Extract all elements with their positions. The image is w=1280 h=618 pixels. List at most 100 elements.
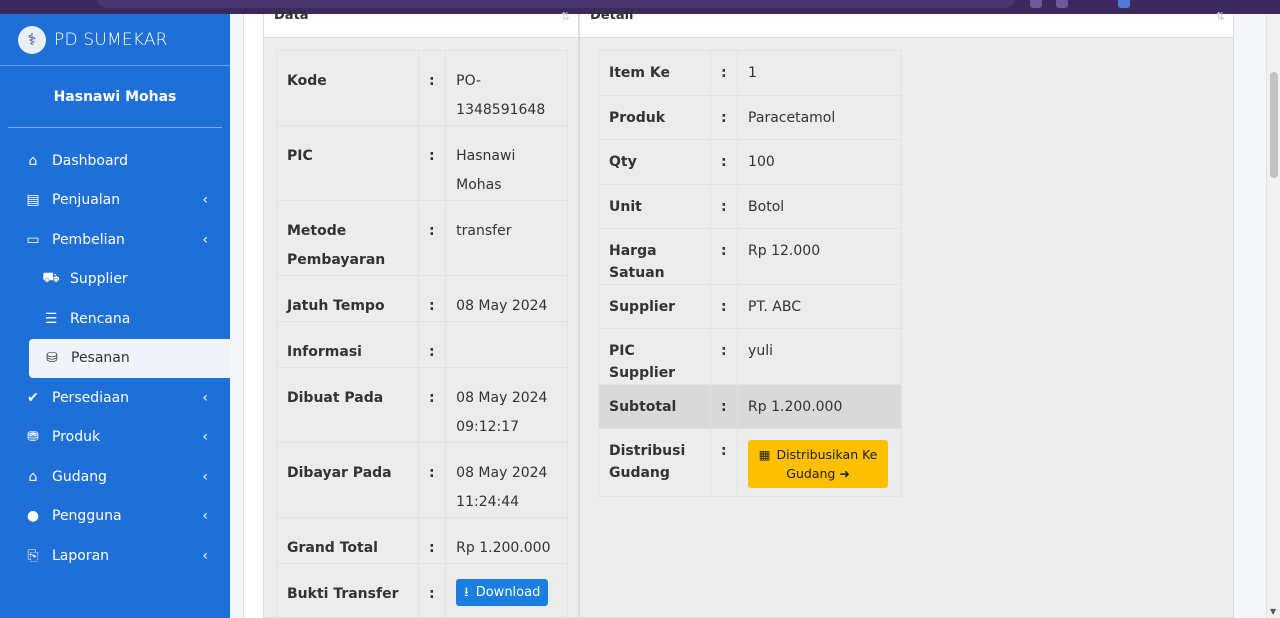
sidebar-item-supplier[interactable]: ⛟ Supplier (0, 260, 230, 300)
cash-register-icon: ▤ (26, 192, 40, 209)
main-content: Data ⇅ Kode : PO-1348591648 PIC : Hasnaw… (230, 8, 1266, 618)
address-bar[interactable] (96, 0, 1016, 8)
sidebar-item-dashboard[interactable]: ⌂ Dashboard (0, 141, 230, 181)
home-icon: ⌂ (28, 152, 38, 169)
row-value: Rp 1.200.000 (737, 384, 902, 429)
row-value: PT. ABC (737, 284, 902, 329)
sidebar-item-label: Produk (52, 429, 101, 446)
extension-icon[interactable] (1030, 0, 1042, 8)
brand[interactable]: ⚕ PD SUMEKAR (0, 14, 230, 66)
row-separator: : (417, 275, 447, 322)
sort-icon[interactable]: ⇅ (1216, 10, 1225, 23)
sidebar-item-gudang[interactable]: ⌂ Gudang ‹ (0, 457, 230, 497)
table-row: PIC : Hasnawi Mohas (276, 125, 568, 201)
sidebar-item-produk[interactable]: ⛃ Produk ‹ (0, 418, 230, 458)
row-separator: : (417, 442, 447, 518)
profile-icon[interactable] (1118, 0, 1130, 8)
sidebar-item-label: Supplier (70, 271, 128, 288)
download-button[interactable]: ⭳ Download (456, 579, 549, 606)
row-value: ▦ Distribusikan Ke Gudang ➜ (737, 428, 902, 497)
sidebar-item-persediaan[interactable]: ✔ Persediaan ‹ (0, 378, 230, 418)
row-separator: : (709, 384, 739, 429)
row-key: PIC Supplier (598, 328, 711, 385)
row-separator: : (417, 50, 447, 126)
table-row: Item Ke : 1 (598, 50, 902, 96)
row-separator: : (709, 139, 739, 185)
distribute-button-label: Distribusikan Ke Gudang (776, 447, 878, 481)
user-icon: ● (26, 508, 40, 525)
data-panel-header[interactable]: Data ⇅ (264, 8, 578, 38)
sidebar-item-label: Penjualan (52, 192, 121, 209)
row-key: Distribusi Gudang (598, 428, 711, 497)
browser-toolbar (0, 0, 1280, 14)
sidebar-item-pengguna[interactable]: ● Pengguna ‹ (0, 497, 230, 537)
table-row: Informasi : (276, 321, 568, 368)
row-key: Kode (276, 50, 419, 126)
row-key: Informasi (276, 321, 419, 368)
row-key: Metode Pembayaran (276, 200, 419, 276)
row-value: Hasnawi Mohas (445, 125, 568, 201)
sidebar-item-penjualan[interactable]: ▤ Penjualan ‹ (0, 181, 230, 221)
chevron-left-icon: ‹ (202, 508, 208, 525)
chevron-left-icon: ‹ (202, 468, 208, 485)
row-key: Item Ke (598, 50, 711, 96)
data-table: Kode : PO-1348591648 PIC : Hasnawi Mohas… (276, 50, 568, 618)
chevron-left-icon: ‹ (202, 231, 208, 248)
extension-icon[interactable] (1056, 0, 1068, 8)
sidebar-item-pembelian[interactable]: ▭ Pembelian ‹ (0, 220, 230, 260)
database-icon: ⛃ (27, 429, 39, 446)
sidebar-item-label: Pembelian (52, 231, 125, 248)
row-separator: : (417, 563, 447, 618)
sidebar-item-pesanan[interactable]: ⛁ Pesanan (29, 338, 230, 378)
warehouse-icon: ⌂ (28, 468, 38, 485)
row-key: Subtotal (598, 384, 711, 429)
row-separator: : (417, 200, 447, 276)
row-value: 08 May 2024 11:24:44 (445, 442, 568, 518)
page-scrollbar[interactable]: ▼ (1266, 14, 1280, 618)
sidebar-item-laporan[interactable]: ⎘ Laporan ‹ (0, 536, 230, 576)
sort-icon[interactable]: ⇅ (561, 10, 570, 23)
row-value: 1 (737, 50, 902, 96)
row-separator: : (709, 50, 739, 96)
row-value: ⭳ Download (445, 563, 568, 618)
sidebar-item-rencana[interactable]: ☰ Rencana (0, 299, 230, 339)
row-value: Rp 1.200.000 (445, 517, 568, 564)
row-value: Botol (737, 184, 902, 229)
sidebar-item-label: Laporan (52, 547, 110, 564)
row-key: Produk (598, 95, 711, 140)
sidebar: ⚕ PD SUMEKAR Hasnawi Mohas ⌂ Dashboard ▤… (0, 14, 230, 618)
sidebar-item-label: Pengguna (52, 508, 122, 525)
scrollbar-thumb[interactable] (1270, 72, 1278, 178)
row-value (445, 321, 568, 368)
sidebar-item-label: Gudang (52, 468, 107, 485)
row-separator: : (709, 284, 739, 329)
table-row: Metode Pembayaran : transfer (276, 200, 568, 276)
row-value: Rp 12.000 (737, 228, 902, 285)
row-separator: : (417, 321, 447, 368)
row-key: PIC (276, 125, 419, 201)
order-card: Data ⇅ Kode : PO-1348591648 PIC : Hasnaw… (243, 8, 1234, 618)
row-value: yuli (737, 328, 902, 385)
user-name[interactable]: Hasnawi Mohas (8, 66, 222, 128)
table-row: Dibuat Pada : 08 May 2024 09:12:17 (276, 367, 568, 443)
table-row: Kode : PO-1348591648 (276, 50, 568, 126)
distribute-to-warehouse-button[interactable]: ▦ Distribusikan Ke Gudang ➜ (748, 440, 889, 488)
row-key: Qty (598, 139, 711, 185)
row-value: 100 (737, 139, 902, 185)
detail-panel-header[interactable]: Detail ⇅ (580, 8, 1233, 38)
row-separator: : (417, 125, 447, 201)
download-icon: ⭳ (464, 585, 469, 600)
chevron-left-icon: ‹ (202, 429, 208, 446)
row-key: Jatuh Tempo (276, 275, 419, 322)
detail-table: Item Ke : 1 Produk : Paracetamol Qty : 1… (598, 50, 902, 497)
row-key: Supplier (598, 284, 711, 329)
row-value: Paracetamol (737, 95, 902, 140)
row-separator: : (709, 184, 739, 229)
panel-title: Data (274, 8, 309, 23)
chevron-left-icon: ‹ (202, 547, 208, 564)
row-key: Bukti Transfer (276, 563, 419, 618)
scroll-down-arrow-icon[interactable]: ▼ (1270, 607, 1276, 616)
row-separator: : (417, 367, 447, 443)
sidebar-nav: ⌂ Dashboard ▤ Penjualan ‹ ▭ Pembelian ‹ … (0, 128, 230, 576)
table-row: Unit : Botol (598, 184, 902, 229)
